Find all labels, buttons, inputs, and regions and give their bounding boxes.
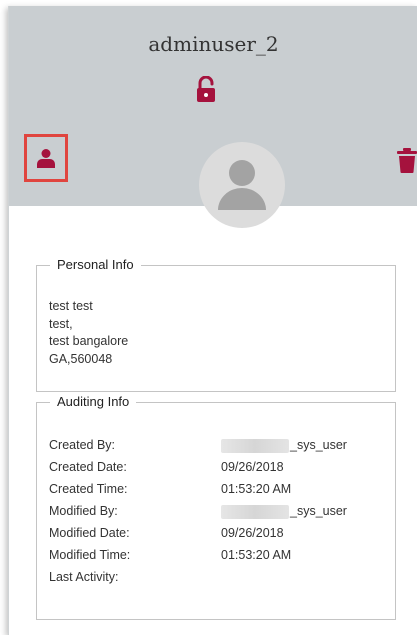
created-date-label: Created Date: [49,460,127,474]
auditing-info-section: Auditing Info Created By: _sys_user Crea… [36,394,396,620]
created-by-label: Created By: [49,438,116,452]
address-line: test test [49,299,93,313]
last-activity-label: Last Activity: [49,570,119,584]
username-title: adminuser_2 [148,32,279,56]
avatar-icon [218,160,266,210]
modified-date-value: 09/26/2018 [221,526,284,540]
personal-info-section: Personal Info test test test, test banga… [36,257,396,392]
user-profile-card: adminuser_2 Personal Info test test test… [8,6,417,635]
modified-by-value: _sys_user [221,504,347,519]
created-by-value: _sys_user [221,438,347,453]
personal-info-title: Personal Info [50,257,141,272]
user-button[interactable] [24,134,68,182]
address-block: test test test, test bangalore GA,560048 [49,298,128,368]
modified-time-value: 01:53:20 AM [221,548,292,562]
redacted-name [221,438,289,453]
modified-time-label: Modified Time: [49,548,131,562]
address-line: test, [49,316,73,331]
created-time-value: 01:53:20 AM [221,482,292,496]
created-date-value: 09/26/2018 [221,460,284,474]
redacted-name [221,504,289,519]
modified-by-label: Modified By: [49,504,118,518]
modified-date-label: Modified Date: [49,526,130,540]
avatar [199,142,285,228]
auditing-info-title: Auditing Info [50,394,137,409]
trash-icon[interactable] [397,147,417,173]
address-line: GA,560048 [49,351,113,366]
address-line: test bangalore [49,334,129,348]
user-icon [37,149,55,168]
created-time-label: Created Time: [49,482,128,496]
lock-open-icon[interactable] [195,76,217,104]
